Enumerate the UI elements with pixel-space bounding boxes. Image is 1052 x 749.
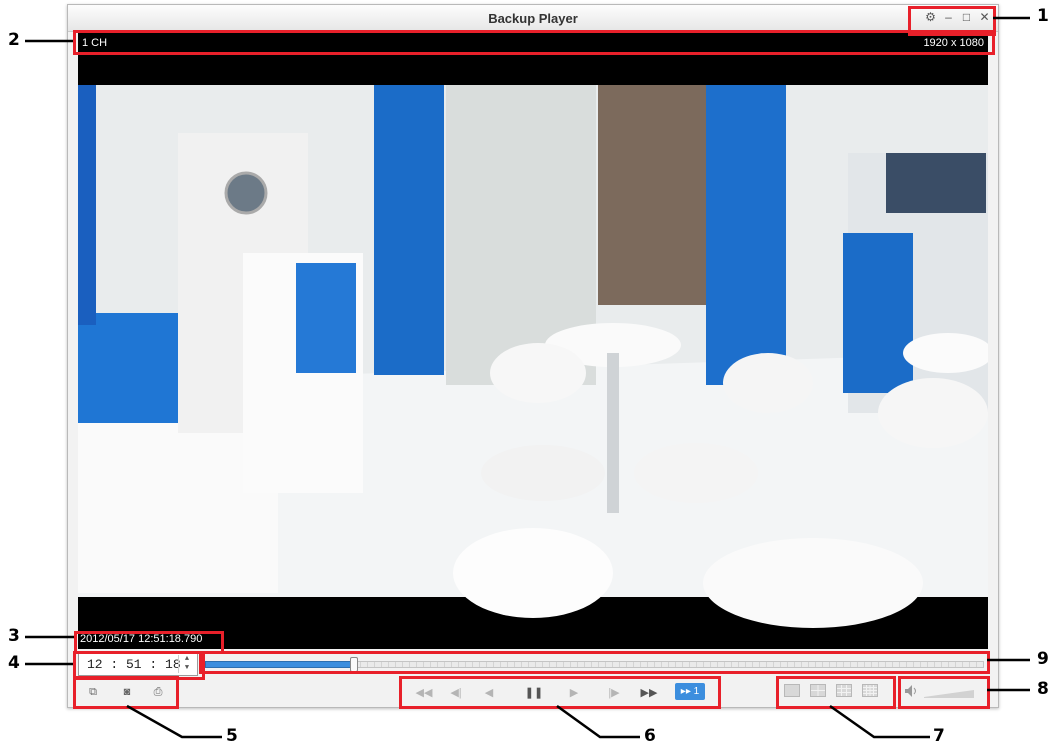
annotation-label-2: 2 (8, 30, 20, 50)
annotation-label-7: 7 (933, 726, 945, 746)
annotation-label-8: 8 (1037, 679, 1049, 699)
annotation-label-4: 4 (8, 653, 20, 673)
annotation-label-3: 3 (8, 626, 20, 646)
annotation-lines (25, 16, 1030, 739)
annotation-label-1: 1 (1037, 6, 1049, 26)
annotation-label-6: 6 (644, 726, 656, 746)
annotation-label-5: 5 (226, 726, 238, 746)
annotation-label-9: 9 (1037, 649, 1049, 669)
